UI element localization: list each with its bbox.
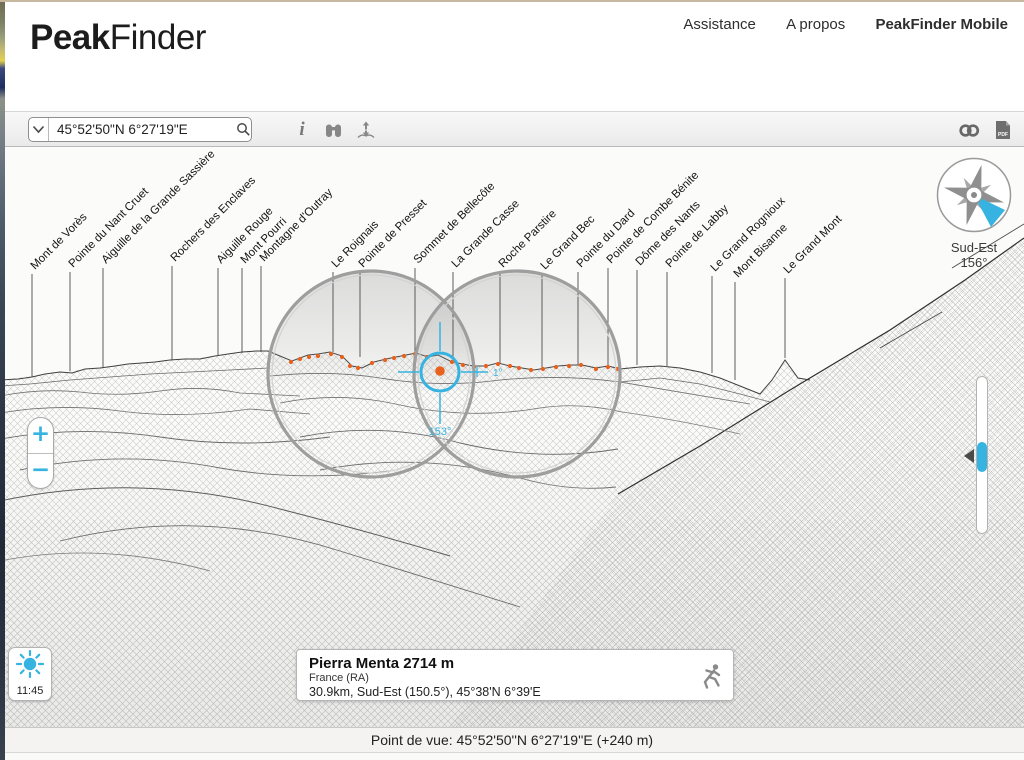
peak-marker[interactable] — [340, 355, 344, 359]
peakfinder-app: PeakFinder Assistance A propos PeakFinde… — [0, 0, 1024, 760]
fov-slider-track[interactable] — [976, 376, 988, 534]
svg-text:PDF: PDF — [998, 132, 1008, 138]
logo-bold-part: Peak — [30, 18, 110, 57]
app-logo[interactable]: PeakFinder — [30, 18, 206, 58]
page-bottom-strip — [0, 753, 1024, 760]
top-nav: Assistance A propos PeakFinder Mobile — [657, 16, 1008, 33]
fly-to-peak-button[interactable] — [699, 663, 725, 695]
search-dropdown-button[interactable] — [29, 118, 49, 141]
peak-marker[interactable] — [348, 364, 352, 368]
selected-peak-dot — [435, 366, 445, 376]
peak-marker[interactable] — [383, 358, 387, 362]
zoom-out-button[interactable]: − — [28, 454, 53, 489]
viewpoint-settings-button[interactable] — [352, 116, 380, 144]
peak-marker[interactable] — [579, 363, 583, 367]
peak-marker[interactable] — [289, 360, 293, 364]
viewpoint-coordinates: Point de vue: 45°52'50''N 6°27'19''E (+2… — [371, 732, 653, 748]
peak-marker[interactable] — [370, 361, 374, 365]
fov-slider-thumb[interactable] — [977, 442, 987, 472]
peak-marker[interactable] — [484, 364, 488, 368]
peak-marker[interactable] — [316, 354, 320, 358]
compass-widget[interactable]: Sud-Est 156° — [932, 156, 1016, 270]
peak-label[interactable]: Aiguille de la Grande Sassière — [100, 148, 218, 266]
info-icon: i — [299, 119, 304, 141]
peak-marker[interactable] — [496, 362, 500, 366]
peak-marker[interactable] — [402, 354, 406, 358]
peak-info-details: 30.9km, Sud-Est (150.5°), 45°38'N 6°39'E — [309, 685, 693, 700]
logo-rest-part: Finder — [110, 18, 206, 57]
compass-rose-icon — [935, 156, 1013, 234]
peak-info-title: Pierra Menta 2714 m — [309, 655, 693, 672]
desktop-edge-left — [0, 0, 5, 760]
peak-marker[interactable] — [606, 365, 610, 369]
binoculars-icon — [323, 122, 344, 139]
zoom-in-button[interactable]: + — [28, 418, 53, 453]
nav-peakfinder-mobile[interactable]: PeakFinder Mobile — [875, 16, 1008, 33]
compass-direction-label: Sud-Est — [932, 240, 1016, 255]
share-link-button[interactable] — [955, 116, 983, 144]
compass-bearing-label: 156° — [932, 255, 1016, 270]
search-input[interactable] — [49, 122, 236, 137]
panorama-sketch: Mont de VorèsPointe du Nant CruetAiguill… — [0, 148, 1024, 727]
peak-label[interactable]: Mont Bisanne — [732, 222, 790, 280]
zoom-control: + − — [27, 417, 54, 489]
peak-marker[interactable] — [529, 368, 533, 372]
desktop-edge-top — [0, 0, 1024, 2]
peak-marker[interactable] — [508, 364, 512, 368]
chevron-down-icon — [32, 125, 45, 134]
pdf-file-icon: PDF — [994, 120, 1012, 140]
peak-marker[interactable] — [461, 363, 465, 367]
slider-arrow-icon — [964, 449, 974, 463]
export-pdf-button[interactable]: PDF — [989, 116, 1017, 144]
peak-info-region: France (RA) — [309, 672, 693, 685]
search-box — [28, 117, 252, 142]
binoculars-button[interactable] — [319, 116, 347, 144]
peak-label[interactable]: Le Grand Mont — [782, 213, 845, 276]
nav-assistance[interactable]: Assistance — [683, 16, 756, 33]
time-of-day-widget[interactable]: 11:45 — [8, 647, 52, 701]
peak-marker[interactable] — [329, 352, 333, 356]
crosshair-fov: 1° — [493, 368, 503, 379]
peak-marker[interactable] — [517, 366, 521, 370]
peak-marker[interactable] — [307, 355, 311, 359]
chain-link-icon — [958, 122, 981, 139]
peak-marker[interactable] — [356, 366, 360, 370]
peak-label[interactable]: Montagne d'Outray — [258, 187, 336, 265]
peak-marker[interactable] — [554, 365, 558, 369]
crosshair-bearing: 153° — [429, 426, 452, 438]
elevation-arrows-icon — [356, 121, 376, 139]
header: PeakFinder Assistance A propos PeakFinde… — [5, 2, 1024, 111]
time-label: 11:45 — [9, 685, 51, 697]
sun-icon — [13, 648, 47, 680]
peak-label[interactable]: Sommet de Bellecôte — [412, 180, 498, 266]
search-icon — [236, 122, 251, 137]
peak-marker[interactable] — [392, 356, 396, 360]
nav-a-propos[interactable]: A propos — [786, 16, 845, 33]
peak-marker[interactable] — [594, 367, 598, 371]
info-button[interactable]: i — [288, 116, 316, 144]
peak-marker[interactable] — [298, 357, 302, 361]
search-submit-button[interactable] — [236, 118, 251, 141]
peak-marker[interactable] — [567, 364, 571, 368]
viewpoint-status-bar: Point de vue: 45°52'50''N 6°27'19''E (+2… — [0, 727, 1024, 753]
toolbar: i PDF — [5, 111, 1024, 147]
runner-icon — [699, 663, 725, 690]
panorama-viewport[interactable]: Mont de VorèsPointe du Nant CruetAiguill… — [0, 148, 1024, 727]
peak-marker[interactable] — [541, 367, 545, 371]
peak-info-box: Pierra Menta 2714 m France (RA) 30.9km, … — [296, 649, 734, 701]
